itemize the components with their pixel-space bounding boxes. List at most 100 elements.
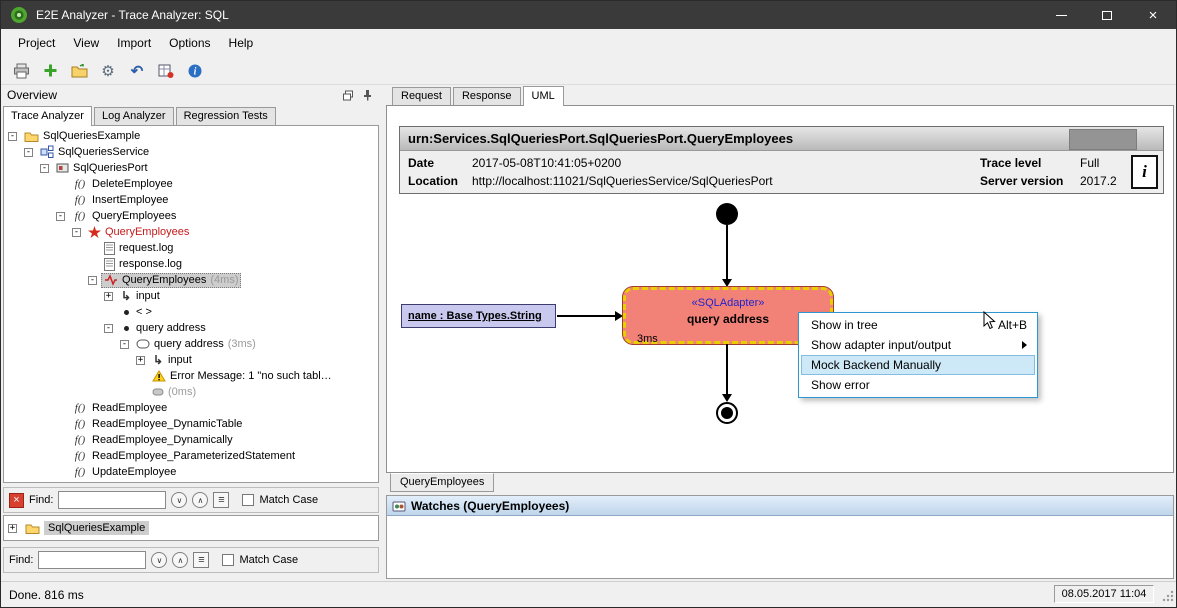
menu-item-show-error[interactable]: Show error (801, 375, 1035, 395)
watches-body[interactable] (387, 516, 1173, 578)
tab-response[interactable]: Response (453, 87, 521, 105)
app-icon (10, 6, 28, 24)
function-icon (72, 178, 88, 190)
export-table-icon[interactable] (156, 61, 176, 81)
tree-item[interactable]: ReadEmployee (4, 400, 378, 416)
uml-end-node (716, 402, 738, 424)
undo-icon[interactable] (127, 61, 147, 81)
expander-icon[interactable] (40, 164, 49, 173)
tab-log-analyzer[interactable]: Log Analyzer (94, 107, 174, 125)
resize-grip-icon[interactable] (1161, 589, 1175, 606)
expander-icon[interactable] (136, 356, 145, 365)
server-version-value: 2017.2 (1080, 172, 1117, 190)
open-icon[interactable] (69, 61, 89, 81)
watches-title: Watches (QueryEmployees) (411, 499, 569, 513)
close-button[interactable] (1130, 1, 1176, 29)
function-icon (72, 466, 88, 478)
tree-item[interactable]: input (4, 352, 378, 368)
watches-panel: Watches (QueryEmployees) (386, 495, 1174, 579)
add-icon[interactable] (40, 61, 60, 81)
expander-icon[interactable] (8, 132, 17, 141)
tree-item[interactable]: input (4, 288, 378, 304)
expander-icon[interactable] (104, 324, 113, 333)
function-icon (72, 194, 88, 206)
menu-import[interactable]: Import (108, 32, 160, 54)
print-icon[interactable] (11, 61, 31, 81)
find-options-icon[interactable] (213, 492, 229, 508)
tree-item[interactable]: InsertEmployee (4, 192, 378, 208)
uml-parameter-label[interactable]: name : Base Types.String (401, 304, 556, 328)
find-options-icon[interactable] (193, 552, 209, 568)
gear-icon[interactable] (98, 61, 118, 81)
pin-icon[interactable] (359, 88, 375, 102)
tree-item-error-call[interactable]: QueryEmployees (4, 224, 378, 240)
find-input-top[interactable] (58, 491, 166, 509)
tree-item[interactable]: (0ms) (4, 384, 378, 400)
tab-queryemployees[interactable]: QueryEmployees (390, 473, 494, 492)
close-find-icon[interactable] (9, 493, 24, 508)
tree-item[interactable]: SqlQueriesExample (44, 521, 149, 535)
titlebar: E2E Analyzer - Trace Analyzer: SQL (1, 1, 1176, 29)
tab-request[interactable]: Request (392, 87, 451, 105)
tree-item[interactable]: DeleteEmployee (4, 176, 378, 192)
tree-item[interactable]: SqlQueriesExample (4, 128, 378, 144)
uml-arrow-line (726, 344, 728, 394)
expander-icon[interactable] (72, 228, 81, 237)
menu-item-show-in-tree[interactable]: Show in tree Alt+B (801, 315, 1035, 335)
tree-item[interactable]: response.log (4, 256, 378, 272)
info-button[interactable]: i (1131, 155, 1158, 189)
info-icon[interactable]: i (185, 61, 205, 81)
minimize-button[interactable] (1038, 1, 1084, 29)
menu-item-show-adapter-input-output[interactable]: Show adapter input/output (801, 335, 1035, 355)
uml-start-node (716, 203, 738, 225)
tree-item-error-message[interactable]: Error Message: 1 "no such tabl… (4, 368, 378, 384)
tree-item[interactable]: UpdateEmployee (4, 464, 378, 480)
expander-icon[interactable] (56, 212, 65, 221)
find-previous-icon[interactable] (192, 492, 208, 508)
maximize-button[interactable] (1084, 1, 1130, 29)
detail-panel: Request Response UML urn:Services.SqlQue… (384, 85, 1176, 581)
tree-item[interactable]: query address (4, 320, 378, 336)
tree-item[interactable]: SqlQueriesPort (4, 160, 378, 176)
find-next-icon[interactable] (151, 552, 167, 568)
tree-item[interactable]: query address (3ms) (4, 336, 378, 352)
menu-project[interactable]: Project (9, 32, 64, 54)
expander-icon[interactable] (120, 340, 129, 349)
uml-arrowhead (615, 311, 623, 321)
menu-options[interactable]: Options (160, 32, 219, 54)
watches-icon (392, 500, 406, 512)
match-case-checkbox-top[interactable] (242, 494, 254, 506)
find-input-bottom[interactable] (38, 551, 146, 569)
tree-item-selected[interactable]: QueryEmployees (4ms) (4, 272, 378, 288)
menu-item-mock-backend-manually[interactable]: Mock Backend Manually (801, 355, 1035, 375)
tree-item[interactable]: ReadEmployee_ParameterizedStatement (4, 448, 378, 464)
expander-icon[interactable] (88, 276, 97, 285)
trace-level-value: Full (1080, 154, 1099, 172)
tree-item[interactable]: request.log (4, 240, 378, 256)
menu-view[interactable]: View (64, 32, 108, 54)
overview-header: Overview (1, 85, 381, 105)
tree-item[interactable]: ReadEmployee_DynamicTable (4, 416, 378, 432)
float-panel-icon[interactable] (340, 88, 356, 102)
menu-help[interactable]: Help (220, 32, 263, 54)
tree-item[interactable]: SqlQueriesService (4, 144, 378, 160)
find-next-icon[interactable] (171, 492, 187, 508)
expander-icon[interactable] (24, 148, 33, 157)
tree-item[interactable]: ReadEmployee_Dynamically (4, 432, 378, 448)
service-urn-title: urn:Services.SqlQueriesPort.SqlQueriesPo… (400, 127, 1163, 151)
uml-view: urn:Services.SqlQueriesPort.SqlQueriesPo… (386, 105, 1174, 473)
undo-glyph (131, 62, 144, 80)
close-icon (1149, 8, 1158, 23)
expander-icon[interactable] (8, 524, 17, 533)
match-case-checkbox-bottom[interactable] (222, 554, 234, 566)
expander-icon[interactable] (104, 292, 113, 301)
function-icon (72, 418, 88, 430)
tab-uml[interactable]: UML (523, 86, 564, 106)
uml-parameter-arrow (557, 315, 615, 317)
tab-regression-tests[interactable]: Regression Tests (176, 107, 276, 125)
tree-item[interactable]: < > (4, 304, 378, 320)
find-previous-icon[interactable] (172, 552, 188, 568)
tab-trace-analyzer[interactable]: Trace Analyzer (3, 106, 92, 126)
server-version-label: Server version (980, 172, 1080, 190)
tree-item[interactable]: QueryEmployees (4, 208, 378, 224)
